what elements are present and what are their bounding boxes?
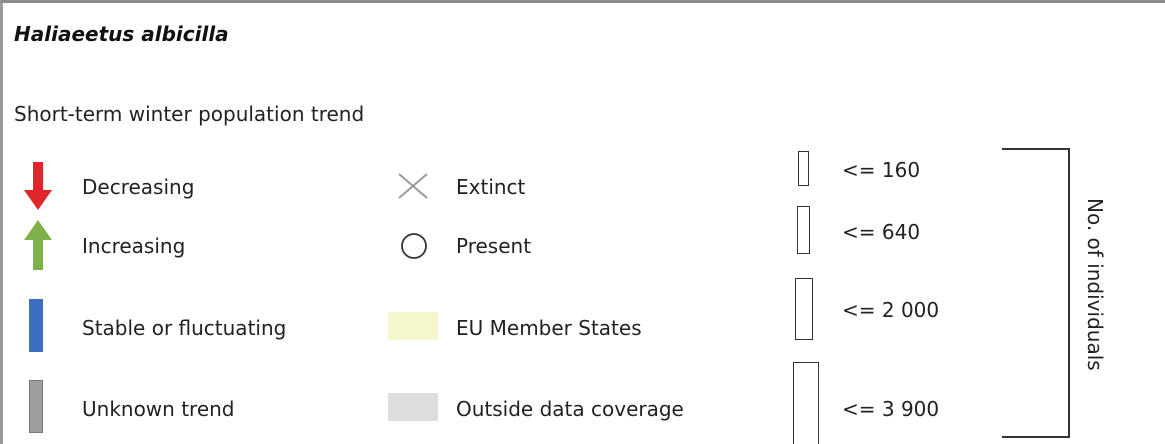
swatch-outside	[388, 393, 438, 421]
arrow-down-icon	[24, 162, 52, 210]
legend-subtitle: Short-term winter population trend	[14, 102, 365, 126]
trend-label-unknown: Unknown trend	[82, 397, 235, 421]
status-label-outside-coverage: Outside data coverage	[456, 397, 684, 421]
size-label-4: <= 3 900	[842, 397, 940, 421]
circle-icon	[401, 233, 427, 259]
arrow-up-icon	[24, 220, 52, 270]
size-axis-label: No. of individuals	[1083, 198, 1107, 371]
legend-panel	[0, 0, 1165, 444]
size-bar-4	[793, 362, 819, 444]
size-label-2: <= 640	[842, 220, 921, 244]
size-label-1: <= 160	[842, 158, 921, 182]
size-bracket	[1002, 148, 1070, 438]
blue-bar-icon	[29, 299, 43, 352]
trend-label-decreasing: Decreasing	[82, 175, 195, 199]
swatch-eu	[388, 312, 438, 340]
trend-label-increasing: Increasing	[82, 234, 186, 258]
status-label-eu-member-states: EU Member States	[456, 316, 642, 340]
status-label-extinct: Extinct	[456, 175, 526, 199]
size-label-3: <= 2 000	[842, 298, 940, 322]
size-bar-2	[797, 206, 810, 254]
trend-label-stable: Stable or fluctuating	[82, 316, 287, 340]
species-title: Haliaeetus albicilla	[14, 22, 229, 46]
cross-icon	[398, 173, 428, 199]
grey-bar-icon	[29, 380, 43, 433]
size-bar-1	[798, 151, 809, 186]
size-bar-3	[795, 278, 813, 340]
status-label-present: Present	[456, 234, 532, 258]
